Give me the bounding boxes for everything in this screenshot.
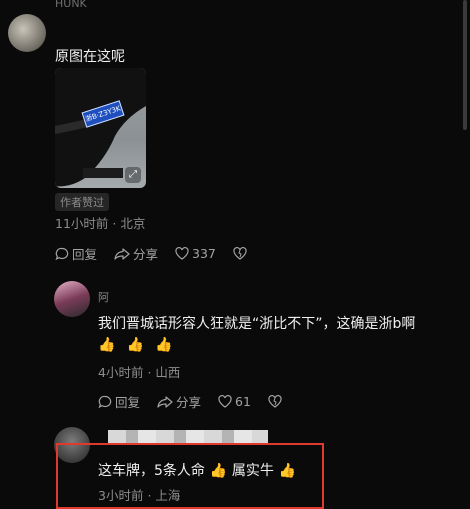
dislike-button[interactable] bbox=[268, 395, 285, 408]
share-icon bbox=[157, 395, 173, 408]
username[interactable]: HUNK bbox=[55, 0, 87, 10]
comment-location: 北京 bbox=[120, 216, 146, 231]
comment-meta: 3小时前 · 上海 bbox=[98, 485, 180, 504]
meta-separator: · bbox=[147, 365, 152, 380]
reply-button[interactable]: 回复 bbox=[55, 244, 97, 263]
comment-text-part: 这车牌，5条人命 bbox=[98, 463, 205, 479]
comment-time: 4小时前 bbox=[98, 365, 144, 380]
share-button[interactable]: 分享 bbox=[157, 392, 201, 411]
heart-icon bbox=[175, 247, 189, 260]
share-button[interactable]: 分享 bbox=[114, 244, 158, 263]
like-count: 61 bbox=[235, 394, 251, 409]
reply-label: 回复 bbox=[115, 395, 141, 410]
share-icon bbox=[114, 247, 130, 260]
reply-icon bbox=[98, 395, 112, 408]
thumbs-up-emoji: 👍 bbox=[209, 463, 228, 479]
comment-text: 这车牌，5条人命 👍 属实牛 👍 bbox=[98, 460, 296, 480]
thumbs-up-emoji: 👍 bbox=[126, 337, 145, 353]
comment-time: 3小时前 bbox=[98, 488, 144, 503]
author-liked-badge: 作者赞过 bbox=[55, 193, 109, 211]
like-button[interactable]: 337 bbox=[175, 246, 216, 261]
reply-icon bbox=[55, 247, 69, 260]
comment-location: 山西 bbox=[155, 365, 181, 380]
comment-actions: 回复 分享 61 bbox=[98, 392, 302, 411]
dislike-button[interactable] bbox=[233, 247, 250, 260]
scrollbar[interactable] bbox=[463, 0, 467, 130]
heart-icon bbox=[218, 395, 232, 408]
avatar[interactable] bbox=[54, 281, 90, 317]
meta-separator: · bbox=[147, 488, 152, 503]
comment-text: 原图在这呢 bbox=[55, 49, 125, 65]
blurred-username bbox=[108, 430, 268, 444]
share-label: 分享 bbox=[176, 395, 202, 410]
thumbs-up-emoji: 👍 bbox=[155, 337, 173, 353]
reply-button[interactable]: 回复 bbox=[98, 392, 140, 411]
like-button[interactable]: 61 bbox=[218, 394, 251, 409]
broken-heart-icon bbox=[233, 247, 247, 260]
thumbs-up-emoji: 👍 bbox=[98, 337, 116, 353]
reply-label: 回复 bbox=[72, 247, 98, 262]
comment-actions: 回复 分享 337 bbox=[55, 244, 267, 263]
username[interactable]: 阿 bbox=[98, 289, 109, 305]
comment-text: 我们晋城话形容人狂就是“浙比不下”，这确是浙b啊 bbox=[98, 316, 416, 332]
thumbs-up-emoji: 👍 bbox=[278, 463, 296, 479]
comment-photo[interactable]: 浙B·Z3Y3K ⤢ bbox=[55, 68, 146, 188]
comment-location: 上海 bbox=[155, 488, 181, 503]
expand-icon[interactable]: ⤢ bbox=[125, 167, 141, 183]
like-count: 337 bbox=[192, 246, 216, 261]
comment-text-part: 属实牛 bbox=[231, 463, 274, 479]
comment-emoji-row: 👍 👍 👍 bbox=[98, 337, 173, 353]
comment-time: 11小时前 bbox=[55, 216, 109, 231]
share-label: 分享 bbox=[133, 247, 159, 262]
meta-separator: · bbox=[112, 216, 117, 231]
comment-meta: 11小时前 · 北京 bbox=[55, 213, 145, 232]
avatar[interactable] bbox=[8, 14, 46, 52]
comment-meta: 4小时前 · 山西 bbox=[98, 362, 180, 381]
broken-heart-icon bbox=[268, 395, 282, 408]
